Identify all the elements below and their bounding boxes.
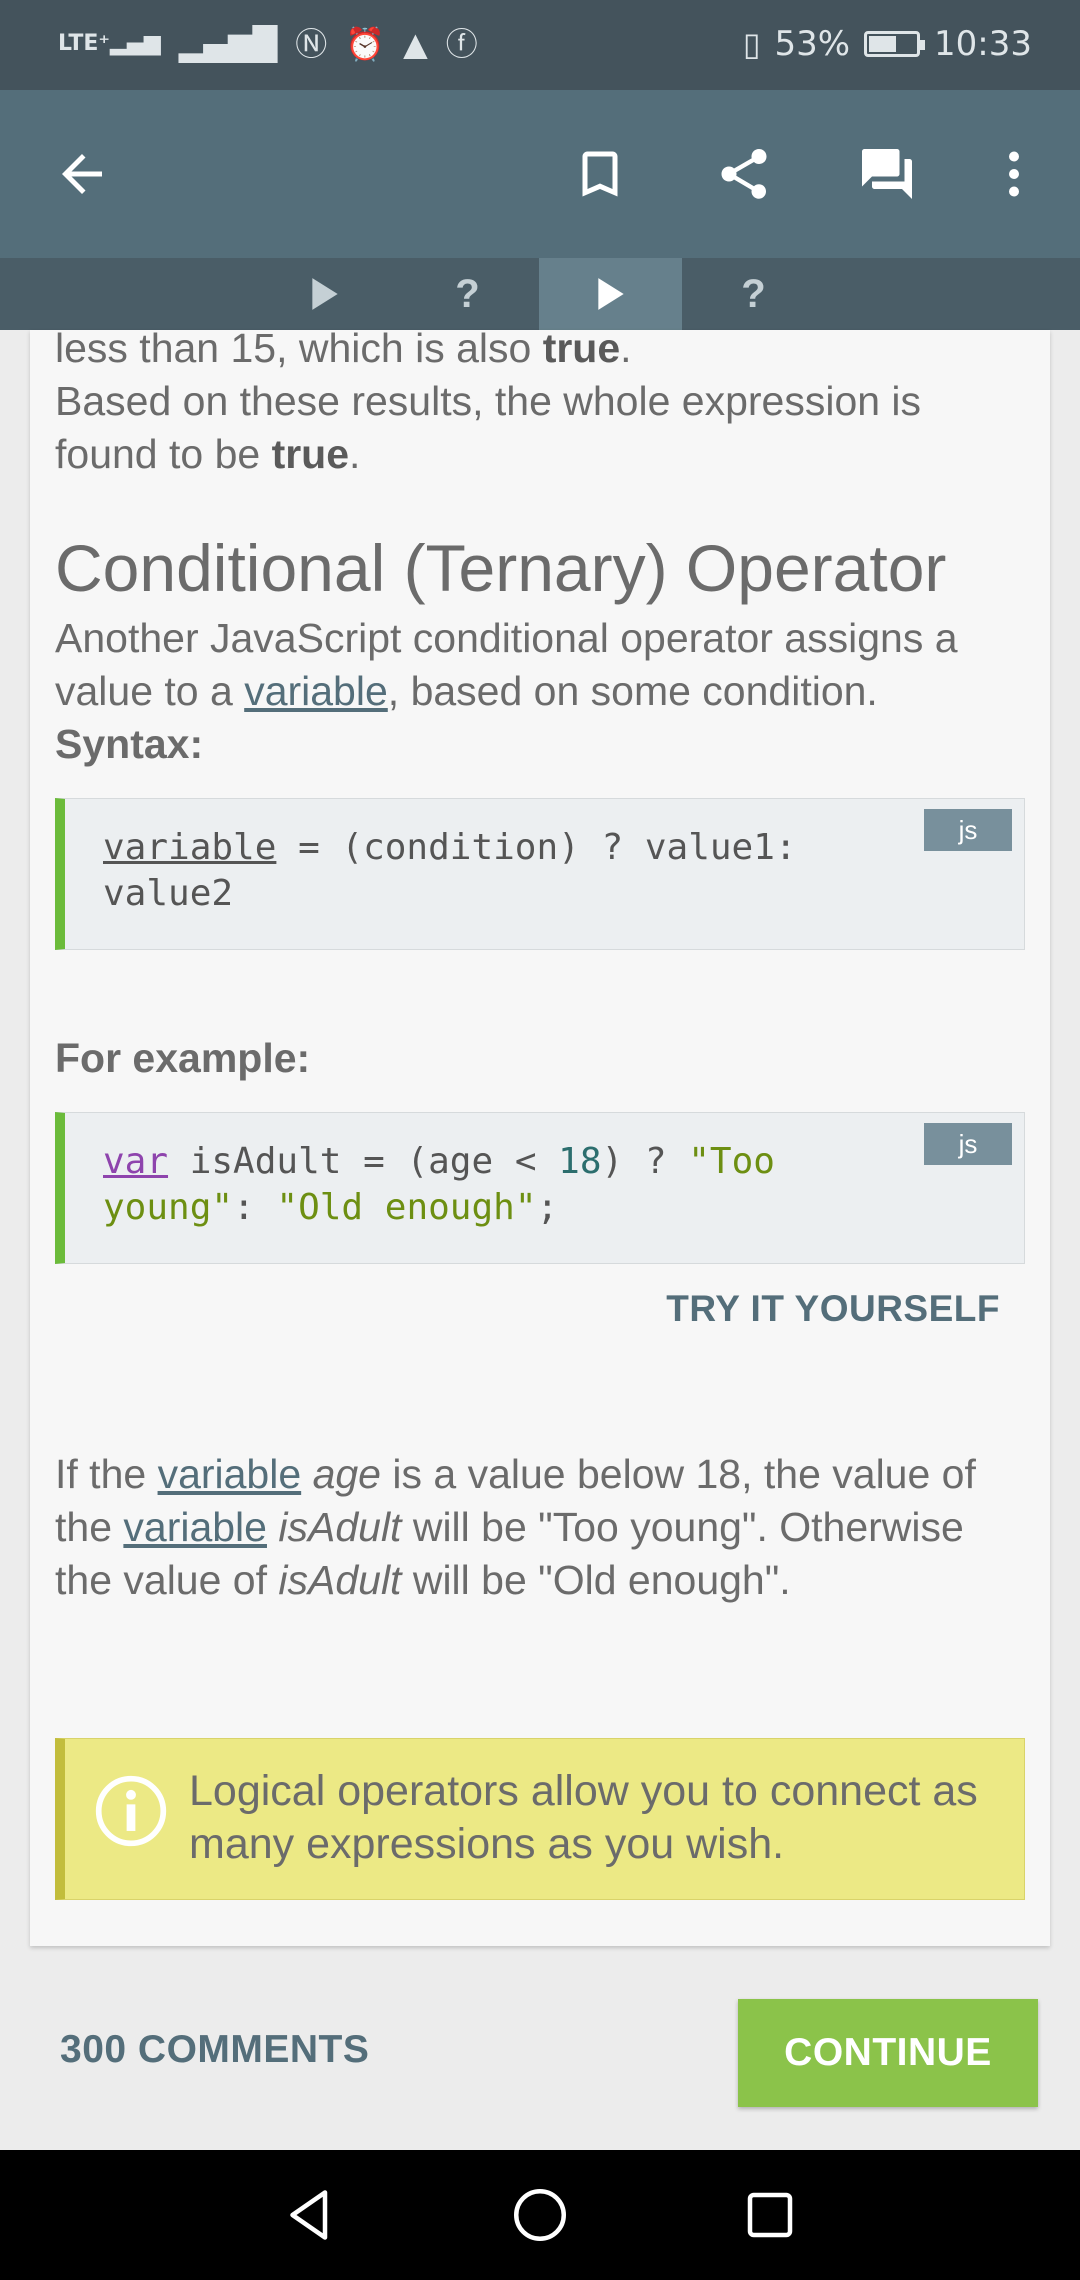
paragraph-explanation: If the variable age is a value below 18,… (55, 1448, 1025, 1607)
info-icon (95, 1775, 167, 1847)
code-token: "Too (688, 1141, 775, 1182)
nav-home-icon (514, 2189, 566, 2241)
italic-age: age (312, 1451, 381, 1497)
play-icon (597, 278, 624, 310)
text: Based on these results, the whole expres… (55, 378, 922, 477)
code-line: young": "Old enough"; (103, 1185, 998, 1231)
code-token: ) ? (601, 1141, 689, 1182)
vibrate-icon: ▯ (742, 25, 761, 63)
language-tag: js (924, 1123, 1012, 1165)
arrow-back-icon (62, 154, 102, 194)
continue-button[interactable]: CONTINUE (738, 1999, 1038, 2107)
paragraph-results: less than 15, which is also true. Based o… (55, 330, 1025, 481)
nav-home-button[interactable] (500, 2175, 580, 2255)
forum-icon (862, 149, 912, 199)
syntax-label: Syntax: (55, 721, 204, 767)
app-bar (0, 90, 1080, 258)
info-note: Logical operators allow you to connect a… (55, 1738, 1025, 1900)
code-token: 18 (558, 1141, 602, 1182)
code-token: variable (103, 827, 277, 868)
status-icons-right: ▯ 53% 10:33 (743, 22, 1032, 66)
bookmark-icon (582, 151, 618, 197)
tab-lesson-1[interactable] (253, 258, 396, 330)
tab-quiz-2[interactable]: ? (682, 258, 825, 330)
section-heading: Conditional (Ternary) Operator (55, 531, 947, 605)
note-text: Logical operators allow you to connect a… (189, 1767, 978, 1868)
code-token: : (233, 1187, 277, 1228)
battery-icon (864, 31, 926, 57)
code-block-syntax: js variable = (condition) ? value1: valu… (55, 798, 1025, 950)
variable-link[interactable]: variable (158, 1451, 302, 1497)
code-token: var (103, 1141, 169, 1182)
share-icon (721, 149, 767, 199)
try-it-yourself-button[interactable]: TRY IT YOURSELF (666, 1288, 1000, 1330)
nav-recents-icon (747, 2192, 793, 2238)
example-label: For example: (55, 1035, 311, 1081)
nav-recents-button[interactable] (730, 2175, 810, 2255)
lesson-tabs: ? ? (0, 258, 1080, 330)
bold-true: true (271, 431, 350, 477)
facebook-icon: ⓕ (445, 25, 478, 63)
drive-icon: ▲ (403, 25, 428, 63)
comments-button[interactable] (845, 132, 929, 216)
text: less than 15, which is also (55, 330, 543, 371)
navigation-bar (0, 2150, 1080, 2280)
paragraph-description: Another JavaScript conditional operator … (55, 612, 1025, 718)
bold-true: true (542, 330, 621, 371)
code-line: variable = (condition) ? value1: (103, 825, 998, 871)
network-type: LTE⁺ (58, 31, 111, 56)
code-token: "Old enough" (276, 1187, 537, 1228)
share-button[interactable] (702, 132, 786, 216)
nav-back-icon (290, 2190, 328, 2240)
code-line: var isAdult = (age < 18) ? "Too (103, 1139, 998, 1185)
text: , based on some condition. (387, 668, 878, 714)
text: will be "Old enough". (401, 1557, 791, 1603)
play-icon (311, 278, 338, 310)
tab-quiz-1[interactable]: ? (396, 258, 539, 330)
code-token: = (condition) ? value1: (276, 827, 797, 868)
variable-link[interactable]: variable (123, 1504, 267, 1550)
more-vert-icon (1009, 151, 1019, 197)
text: If the (55, 1451, 158, 1497)
variable-link[interactable]: variable (244, 668, 388, 714)
nfc-icon: Ⓝ (295, 25, 328, 63)
nav-back-button[interactable] (270, 2175, 350, 2255)
code-token: young" (103, 1187, 234, 1228)
alarm-icon: ⏰ (345, 25, 386, 63)
status-icons-left: LTE⁺▂▄▆ ▂▄▆█ Ⓝ ⏰ ▲ ⓕ (58, 22, 478, 66)
status-bar: LTE⁺▂▄▆ ▂▄▆█ Ⓝ ⏰ ▲ ⓕ ▯ 53% 10:33 (0, 0, 1080, 90)
back-button[interactable] (40, 132, 124, 216)
code-token: ; (536, 1187, 559, 1228)
more-options-button[interactable] (972, 132, 1056, 216)
lte-signal-icon: LTE⁺▂▄▆ (58, 31, 161, 56)
battery-percent: 53% (774, 24, 851, 64)
code-line: value2 (103, 873, 234, 914)
language-tag: js (924, 809, 1012, 851)
italic-isadult: isAdult (278, 1557, 402, 1603)
signal-icon: ▂▄▆█ (178, 25, 278, 63)
code-token: isAdult = (age < (168, 1141, 559, 1182)
tab-lesson-2[interactable] (539, 258, 682, 330)
comments-link[interactable]: 300 COMMENTS (60, 2028, 369, 2072)
bookmark-button[interactable] (558, 132, 642, 216)
clock: 10:33 (934, 24, 1032, 64)
italic-isadult: isAdult (278, 1504, 402, 1550)
code-block-example: js var isAdult = (age < 18) ? "Too young… (55, 1112, 1025, 1264)
lesson-card: less than 15, which is also true. Based o… (30, 330, 1050, 1946)
